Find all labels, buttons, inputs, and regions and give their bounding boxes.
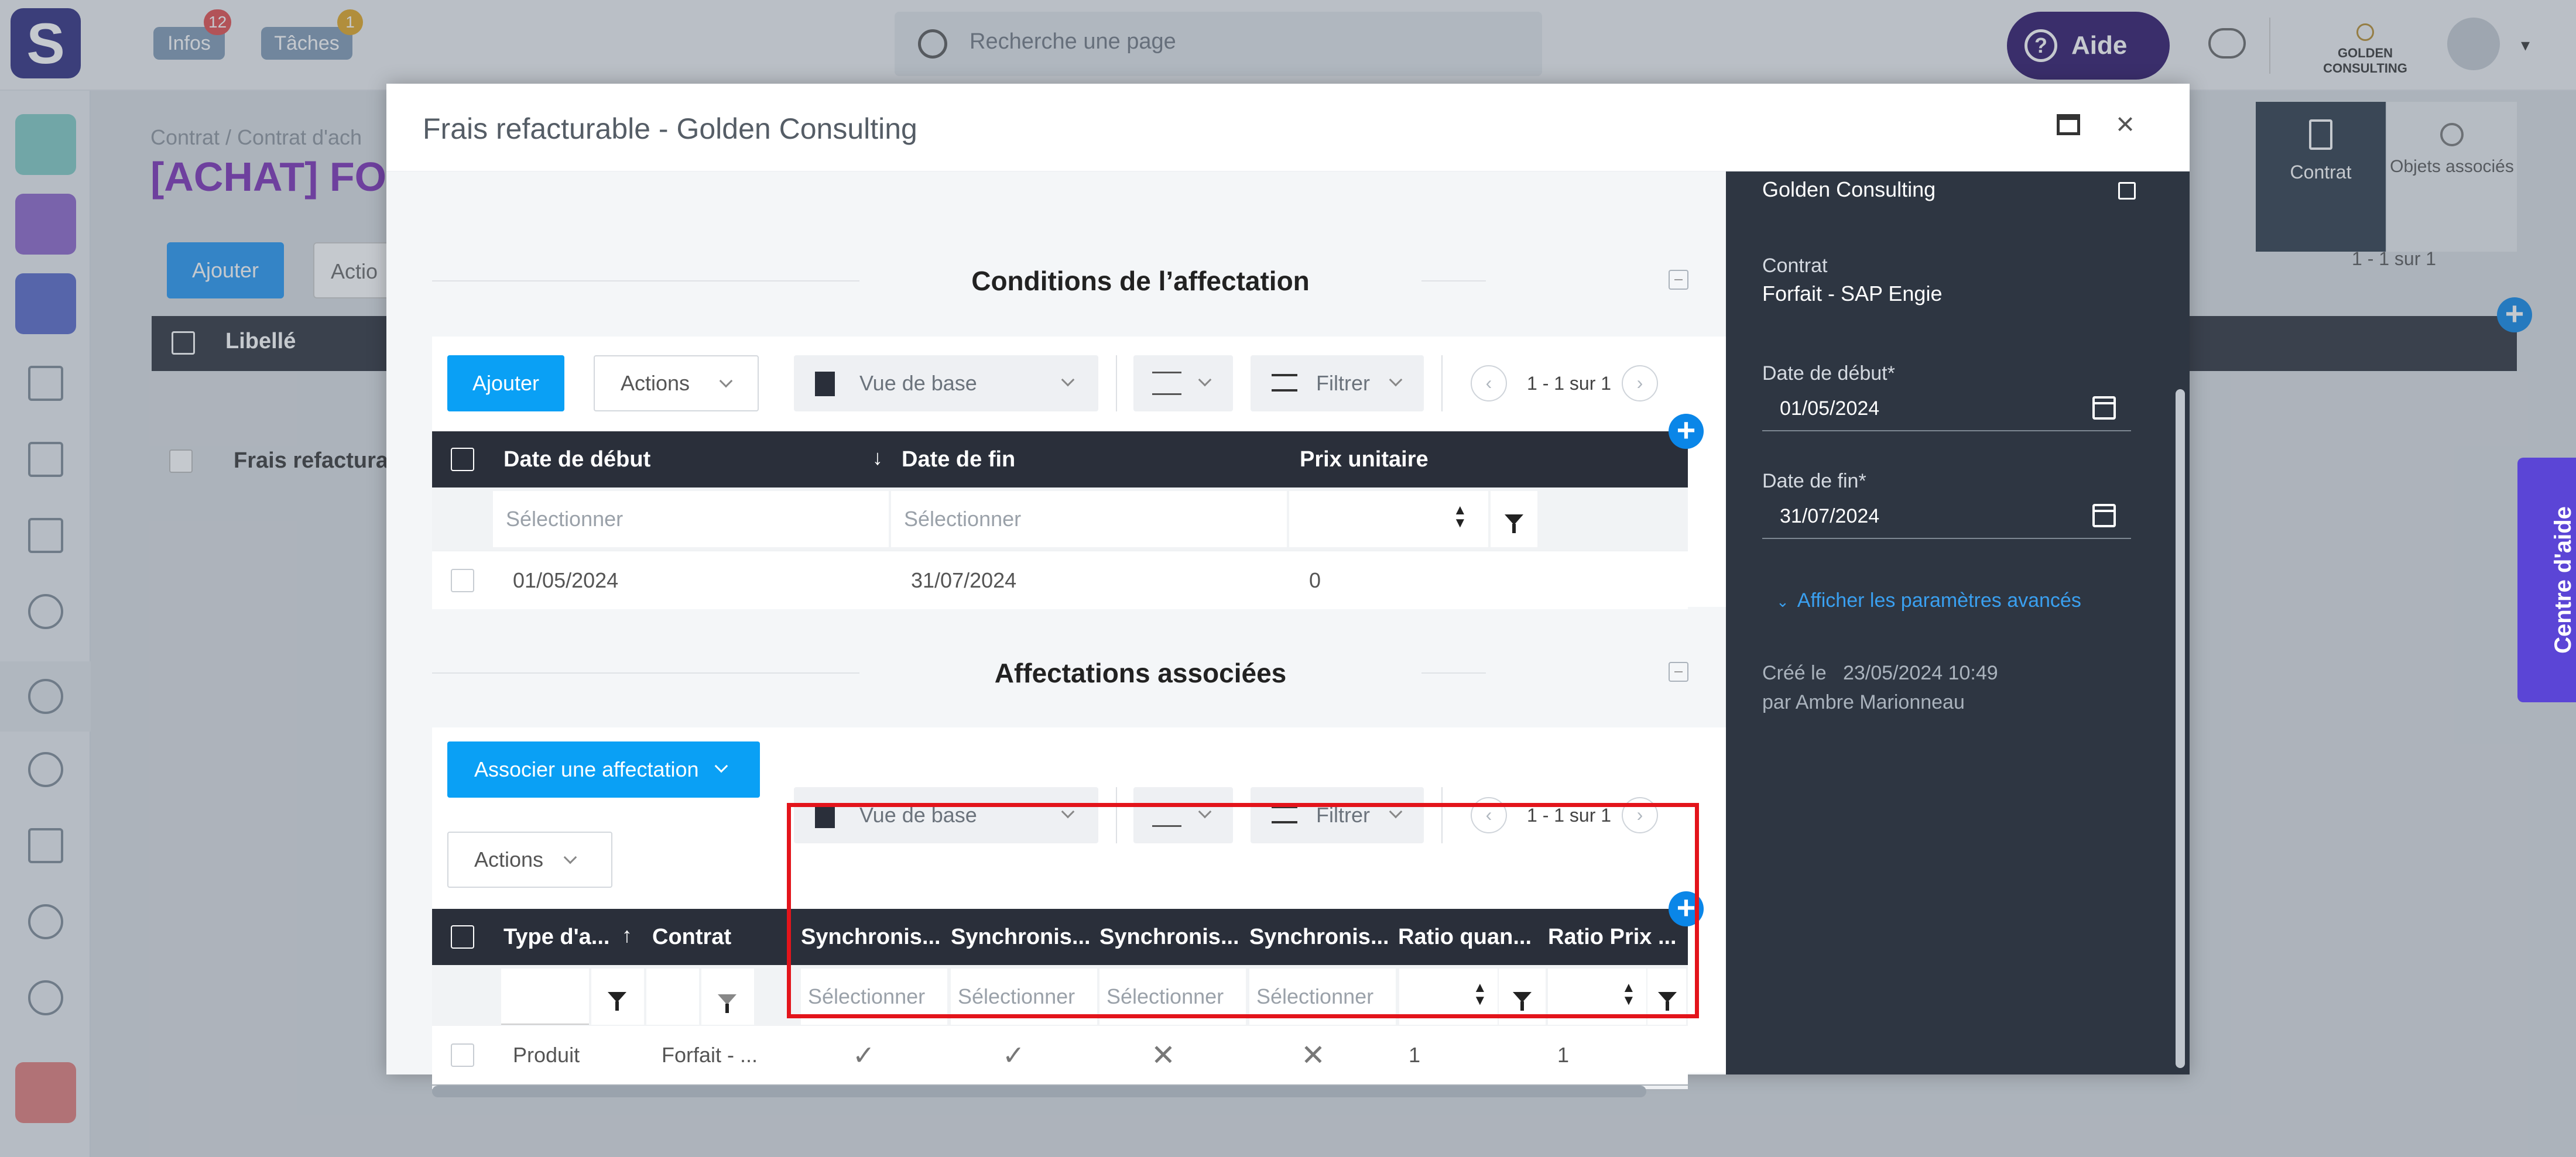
sort-down-icon[interactable]: ↓ (872, 445, 883, 470)
funnel-icon (1505, 514, 1523, 533)
details-side-panel: Golden Consulting Contrat Forfait - SAP … (1726, 171, 2190, 1074)
modal-header: Frais refacturable - Golden Consulting × (386, 84, 2190, 171)
external-link-icon[interactable] (2118, 182, 2136, 200)
advanced-params-link[interactable]: ⌄ Afficher les paramètres avancés (1776, 589, 2081, 612)
filter-type[interactable] (501, 969, 589, 1025)
filter-contrat[interactable] (646, 969, 699, 1025)
row-checkbox[interactable] (451, 569, 474, 592)
chevron-down-icon (1061, 373, 1075, 387)
section1-actions-label: Actions (621, 371, 690, 395)
section2-actions-label: Actions (474, 847, 544, 871)
section1-table-header: Date de début ↓ Date de fin Prix unitair… (432, 431, 1688, 487)
col-date-debut[interactable]: Date de début (503, 431, 866, 487)
filter-prix-funnel[interactable] (1491, 491, 1537, 547)
section2-title: Affectations associées (859, 657, 1421, 689)
section1-filter-row: Sélectionner Sélectionner ▲ ▼ (432, 487, 1688, 551)
funnel-icon (608, 992, 626, 1011)
horizontal-scrollbar-thumb[interactable] (432, 1086, 1646, 1097)
section1-pager: 1 - 1 sur 1 (1527, 373, 1612, 394)
cell-date-debut: 01/05/2024 (513, 568, 619, 592)
col-type[interactable]: Type d'a... (503, 909, 621, 965)
chevron-down-icon (1389, 373, 1403, 387)
sync-1-check-icon: ✓ (852, 1040, 875, 1070)
created-date: Créé le 23/05/2024 10:49 (1762, 662, 1998, 684)
filter-type-funnel[interactable] (591, 969, 644, 1025)
section1-actions-button[interactable]: Actions (594, 355, 759, 411)
associate-label: Associer une affectation (474, 757, 699, 781)
sort-up-icon[interactable]: ↑ (622, 923, 632, 947)
number-stepper-icon: ▲ ▼ (1453, 502, 1467, 531)
chevron-down-icon (719, 374, 733, 388)
cell-ratio-prix: 1 (1557, 1043, 1570, 1067)
section1-next-page-icon[interactable]: › (1622, 365, 1658, 401)
funnel-icon (718, 994, 737, 1013)
section2-actions-button[interactable]: Actions (447, 832, 612, 888)
section1-prev-page-icon[interactable]: ‹ (1471, 365, 1507, 401)
section2-collapse-icon[interactable] (1669, 662, 1688, 682)
created-by: par Ambre Marionneau (1762, 691, 1965, 713)
sliders-icon (1152, 372, 1181, 395)
filter-contrat-funnel[interactable] (701, 969, 754, 1025)
end-date-value: 31/07/2024 (1780, 505, 1880, 527)
modal-vertical-scrollbar[interactable] (2176, 389, 2185, 1068)
table-row[interactable]: 01/05/2024 31/07/2024 0 (432, 551, 1688, 609)
toolbar-divider (1441, 355, 1443, 411)
row-checkbox[interactable] (451, 1043, 474, 1067)
section1-title: Conditions de l’affectation (859, 265, 1421, 297)
section1-filter-label: Filtrer (1316, 371, 1370, 395)
advanced-params-label: Afficher les paramètres avancés (1797, 589, 2081, 612)
section1-filter-button[interactable]: Filtrer (1251, 355, 1424, 411)
panel-contrat-label: Contrat (1762, 255, 1828, 277)
cell-contrat: Forfait - ... (662, 1043, 758, 1067)
section1-settings-button[interactable] (1133, 355, 1233, 411)
start-date-input[interactable]: 01/05/2024 (1762, 387, 2131, 431)
section1-select-all-checkbox[interactable] (451, 448, 474, 471)
section1-view-select[interactable]: Vue de base (794, 355, 1098, 411)
section1-collapse-icon[interactable] (1669, 270, 1688, 290)
chevron-down-icon (1198, 373, 1212, 387)
filter-lines-icon (1272, 374, 1297, 392)
sync-3-cross-icon: ✕ (1151, 1039, 1176, 1072)
end-date-input[interactable]: 31/07/2024 (1762, 495, 2131, 539)
start-date-value: 01/05/2024 (1780, 397, 1880, 420)
section1-add-column-icon[interactable]: + (1669, 414, 1704, 449)
table-row[interactable]: Produit Forfait - ... ✓ ✓ ✕ ✕ 1 1 (432, 1026, 1688, 1084)
help-center-tab[interactable]: Centre d'aide (2517, 458, 2576, 702)
cell-type: Produit (513, 1043, 580, 1067)
col-contrat[interactable]: Contrat (652, 909, 793, 965)
panel-contrat-value: Forfait - SAP Engie (1762, 281, 1943, 305)
filter-date-fin[interactable]: Sélectionner (891, 491, 1287, 547)
sync-2-check-icon: ✓ (1002, 1040, 1025, 1070)
cell-ratio-quantite: 1 (1409, 1043, 1421, 1067)
bookmark-icon (815, 372, 835, 396)
calendar-icon[interactable] (2092, 396, 2116, 420)
toolbar-divider (1116, 355, 1117, 411)
panel-end-label: Date de fin* (1762, 470, 1866, 492)
maximize-icon[interactable] (2057, 114, 2080, 135)
panel-start-label: Date de début* (1762, 362, 1895, 384)
sync-4-cross-icon: ✕ (1301, 1039, 1325, 1072)
filter-date-debut[interactable]: Sélectionner (493, 491, 889, 547)
cell-prix-unitaire: 0 (1309, 568, 1321, 592)
col-prix-unitaire[interactable]: Prix unitaire (1300, 431, 1534, 487)
panel-company: Golden Consulting (1762, 177, 1936, 201)
section1-view-label: Vue de base (859, 371, 977, 395)
associate-button[interactable]: Associer une affectation (447, 741, 760, 798)
col-date-fin[interactable]: Date de fin (902, 431, 1288, 487)
filter-prix-unitaire[interactable]: ▲ ▼ (1289, 491, 1488, 547)
section1-add-button[interactable]: Ajouter (447, 355, 564, 411)
chevron-down-icon (714, 759, 728, 773)
cell-date-fin: 31/07/2024 (911, 568, 1017, 592)
highlight-box (787, 803, 1699, 1018)
modal-title: Frais refacturable - Golden Consulting (423, 112, 917, 145)
section2-select-all-checkbox[interactable] (451, 925, 474, 949)
chevron-down-icon: ⌄ (1776, 593, 1789, 610)
chevron-down-icon (563, 850, 577, 864)
calendar-icon[interactable] (2092, 504, 2116, 527)
help-center-label: Centre d'aide (2550, 506, 2576, 654)
close-icon[interactable]: × (2111, 108, 2140, 140)
